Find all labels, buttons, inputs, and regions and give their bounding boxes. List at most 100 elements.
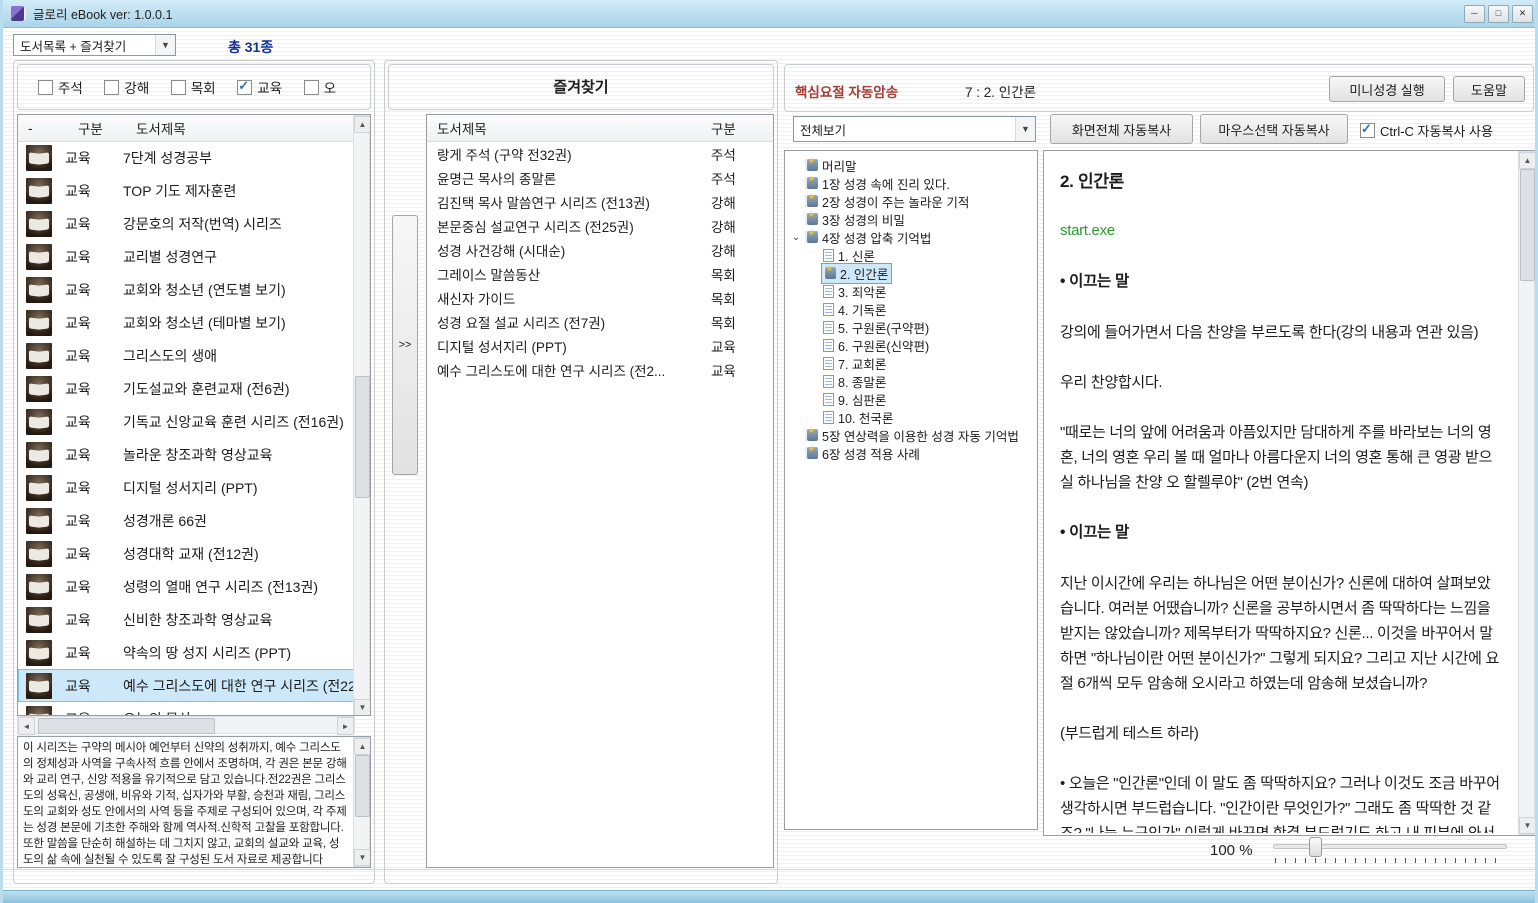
checkbox-icon[interactable] (1360, 123, 1375, 138)
filter-교육[interactable]: 교육 (237, 77, 303, 97)
checkbox-icon[interactable] (171, 80, 186, 95)
tree-node[interactable]: 9. 심판론 (785, 390, 1037, 408)
col-icon[interactable]: - (18, 121, 78, 136)
table-row[interactable]: 교육놀라운 창조과학 영상교육 (18, 438, 355, 471)
book-list-vscrollbar[interactable]: ▲ ▼ (353, 115, 370, 716)
checkbox-icon[interactable] (237, 80, 252, 95)
scroll-thumb[interactable] (355, 755, 370, 817)
tree-node[interactable]: 6. 구원론(신약편) (785, 336, 1037, 354)
table-row[interactable]: 교육디지털 성서지리 (PPT) (18, 471, 355, 504)
slider-thumb[interactable] (1309, 837, 1322, 857)
scroll-thumb[interactable] (355, 376, 370, 498)
table-row[interactable]: 교육교리별 성경연구 (18, 240, 355, 273)
tree-node[interactable]: ★3장 성경의 비밀 (785, 210, 1037, 228)
tree-node[interactable]: ★2. 인간론 (785, 264, 1037, 282)
table-row[interactable]: 교육성경개론 66권 (18, 504, 355, 537)
tree-node[interactable]: 4. 기독론 (785, 300, 1037, 318)
table-row[interactable]: 교육그리스도의 생애 (18, 339, 355, 372)
view-filter-select[interactable]: 전체보기 ▼ (793, 116, 1036, 142)
tree-node[interactable]: 3. 죄악론 (785, 282, 1037, 300)
mini-bible-button[interactable]: 미니성경 실행 (1329, 76, 1445, 102)
table-row[interactable]: 교육기도설교와 훈련교재 (전6권) (18, 372, 355, 405)
tree-node[interactable]: 8. 종말론 (785, 372, 1037, 390)
tree-node[interactable]: ★6장 성경 적용 사례 (785, 444, 1037, 462)
close-icon[interactable]: ✕ (1512, 5, 1533, 23)
copy-fullscreen-button[interactable]: 화면전체 자동복사 (1050, 114, 1193, 144)
chevron-down-icon[interactable]: ▼ (155, 35, 175, 55)
table-row[interactable]: 교육약속의 땅 성지 시리즈 (PPT) (18, 636, 355, 669)
tree-node[interactable]: 10. 천국론 (785, 408, 1037, 426)
table-row[interactable]: 교육성경대학 교재 (전12권) (18, 537, 355, 570)
tree-node[interactable]: 7. 교회론 (785, 354, 1037, 372)
scroll-thumb[interactable] (1520, 169, 1535, 281)
list-item[interactable]: 성경 사건강해 (시대순)강해 (427, 238, 773, 262)
content-link[interactable]: start.exe (1060, 218, 1502, 243)
filter-주석[interactable]: 주석 (38, 77, 104, 97)
book-title: 교회와 청소년 (연도별 보기) (115, 280, 355, 300)
description-vscrollbar[interactable]: ▲ ▼ (353, 737, 370, 867)
table-row[interactable]: 교육강문호의 저작(번역) 시리즈 (18, 207, 355, 240)
book-title: 성경대학 교재 (전12권) (115, 544, 355, 564)
ctrl-c-checkbox[interactable]: Ctrl-C 자동복사 사용 (1360, 121, 1493, 140)
tree-node[interactable]: ★5장 연상력을 이용한 성경 자동 기억법 (785, 426, 1037, 444)
list-item[interactable]: 예수 그리스도에 대한 연구 시리즈 (전2...교육 (427, 358, 773, 382)
scroll-thumb[interactable] (38, 718, 215, 734)
tree-node-box[interactable]: ★6장 성경 적용 사례 (803, 443, 924, 464)
list-item[interactable]: 본문중심 설교연구 시리즈 (전25권)강해 (427, 214, 773, 238)
tree-node[interactable]: 1. 신론 (785, 246, 1037, 264)
table-row[interactable]: 교육기독교 신앙교육 훈련 시리즈 (전16권) (18, 405, 355, 438)
scroll-down-icon[interactable]: ▼ (354, 849, 371, 866)
help-button[interactable]: 도움말 (1453, 76, 1525, 102)
tree-node[interactable]: ★1장 성경 속에 진리 있다. (785, 174, 1037, 192)
tree-node[interactable]: ★2장 성경이 주는 놀라운 기적 (785, 192, 1037, 210)
view-mode-select[interactable]: 도서목록 + 즐겨찾기 ▼ (13, 34, 176, 56)
add-to-favorites-button[interactable]: >> (392, 215, 418, 475)
filter-오[interactable]: 오 (304, 77, 370, 97)
minimize-icon[interactable]: ─ (1464, 5, 1485, 23)
list-item[interactable]: 디지털 성서지리 (PPT)교육 (427, 334, 773, 358)
tree-node[interactable]: ⌄★4장 성경 압축 기억법 (785, 228, 1037, 246)
reader-panel-title: 핵심요절 자동암송 (795, 81, 898, 101)
list-item[interactable]: 랑게 주석 (구약 전32권)주석 (427, 142, 773, 166)
scroll-down-icon[interactable]: ▼ (354, 699, 371, 716)
list-item[interactable]: 김진택 목사 말씀연구 시리즈 (전13권)강해 (427, 190, 773, 214)
scroll-down-icon[interactable]: ▼ (1519, 817, 1536, 834)
book-category: 교육 (52, 478, 115, 498)
favorite-title: 성경 요절 설교 시리즈 (전7권) (427, 312, 711, 332)
col-title[interactable]: 도서제목 (427, 118, 711, 138)
table-row[interactable]: 교육예수 그리스도에 대한 연구 시리즈 (전22권) (18, 669, 355, 702)
list-item[interactable]: 윤명근 목사의 종말론주석 (427, 166, 773, 190)
tree-node[interactable]: 5. 구원론(구약편) (785, 318, 1037, 336)
book-list-hscrollbar[interactable]: ◄ ► (17, 716, 355, 734)
scroll-up-icon[interactable]: ▲ (1519, 152, 1536, 169)
table-row[interactable]: 교육교회와 청소년 (테마별 보기) (18, 306, 355, 339)
col-category[interactable]: 구분 (711, 118, 773, 138)
list-item[interactable]: 새신자 가이드목회 (427, 286, 773, 310)
scroll-up-icon[interactable]: ▲ (354, 738, 371, 755)
tree-node[interactable]: ★머리말 (785, 156, 1037, 174)
scroll-left-icon[interactable]: ◄ (18, 717, 35, 735)
chevron-down-icon[interactable]: ▼ (1015, 117, 1035, 141)
checkbox-icon[interactable] (104, 80, 119, 95)
checkbox-icon[interactable] (38, 80, 53, 95)
table-row[interactable]: 교육신비한 창조과학 영상교육 (18, 603, 355, 636)
table-row[interactable]: 교육7단계 성경공부 (18, 141, 355, 174)
col-category[interactable]: 구분 (78, 118, 128, 138)
checkbox-icon[interactable] (304, 80, 319, 95)
zoom-slider[interactable] (1273, 836, 1505, 864)
scroll-up-icon[interactable]: ▲ (354, 116, 371, 133)
table-row[interactable]: 교육오늘의 묵상 (18, 702, 355, 716)
maximize-icon[interactable]: □ (1488, 5, 1509, 23)
table-row[interactable]: 교육TOP 기도 제자훈련 (18, 174, 355, 207)
table-row[interactable]: 교육교회와 청소년 (연도별 보기) (18, 273, 355, 306)
filter-목회[interactable]: 목회 (171, 77, 237, 97)
content-vscrollbar[interactable]: ▲ ▼ (1518, 151, 1535, 835)
list-item[interactable]: 그레이스 말씀동산목회 (427, 262, 773, 286)
table-row[interactable]: 교육성령의 열매 연구 시리즈 (전13권) (18, 570, 355, 603)
expander-icon[interactable]: ⌄ (789, 232, 803, 243)
scroll-right-icon[interactable]: ► (337, 717, 354, 735)
filter-강해[interactable]: 강해 (104, 77, 170, 97)
copy-mouse-button[interactable]: 마우스선택 자동복사 (1200, 114, 1348, 144)
list-item[interactable]: 성경 요절 설교 시리즈 (전7권)목회 (427, 310, 773, 334)
col-title[interactable]: 도서제목 (128, 118, 186, 138)
